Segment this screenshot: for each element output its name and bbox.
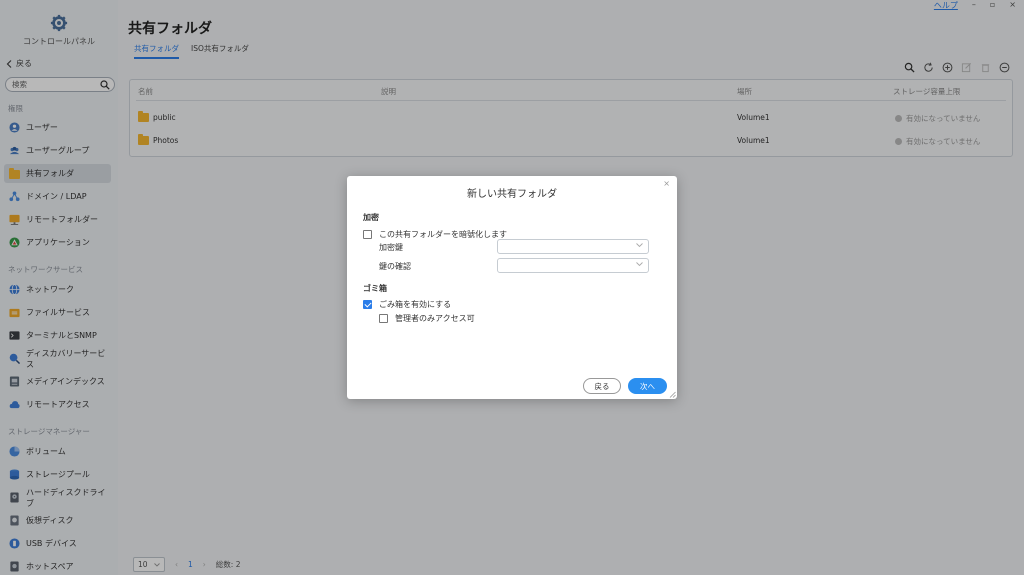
admin-only-label: 管理者のみアクセス可 bbox=[395, 314, 475, 323]
recycle-bin-label: ごみ箱を有効にする bbox=[379, 300, 452, 309]
recycle-bin-section-label: ゴミ箱 bbox=[363, 284, 387, 293]
resize-handle-icon[interactable] bbox=[668, 390, 676, 398]
recycle-bin-option[interactable]: ごみ箱を有効にする bbox=[363, 299, 451, 310]
dialog-title: 新しい共有フォルダ bbox=[467, 189, 557, 200]
confirm-key-field[interactable] bbox=[497, 258, 649, 273]
encryption-key-field[interactable] bbox=[497, 239, 649, 254]
next-button[interactable]: 次へ bbox=[628, 378, 667, 394]
recycle-bin-checkbox[interactable] bbox=[363, 300, 372, 309]
encryption-key-label: 加密鍵 bbox=[379, 243, 403, 252]
chevron-down-icon bbox=[636, 243, 643, 248]
close-icon[interactable]: × bbox=[663, 179, 670, 188]
chevron-down-icon bbox=[636, 262, 643, 267]
encrypt-checkbox-label: この共有フォルダーを暗號化します bbox=[379, 230, 507, 239]
confirm-key-label: 鍵の確認 bbox=[379, 262, 411, 271]
back-button[interactable]: 戻る bbox=[583, 378, 621, 394]
encrypt-option[interactable]: この共有フォルダーを暗號化します bbox=[363, 229, 507, 240]
new-shared-folder-dialog: 新しい共有フォルダ × 加密 この共有フォルダーを暗號化します 加密鍵 鍵の確認… bbox=[347, 176, 677, 399]
encryption-section-label: 加密 bbox=[363, 213, 379, 222]
admin-only-option[interactable]: 管理者のみアクセス可 bbox=[379, 313, 475, 324]
encrypt-checkbox[interactable] bbox=[363, 230, 372, 239]
admin-only-checkbox[interactable] bbox=[379, 314, 388, 323]
